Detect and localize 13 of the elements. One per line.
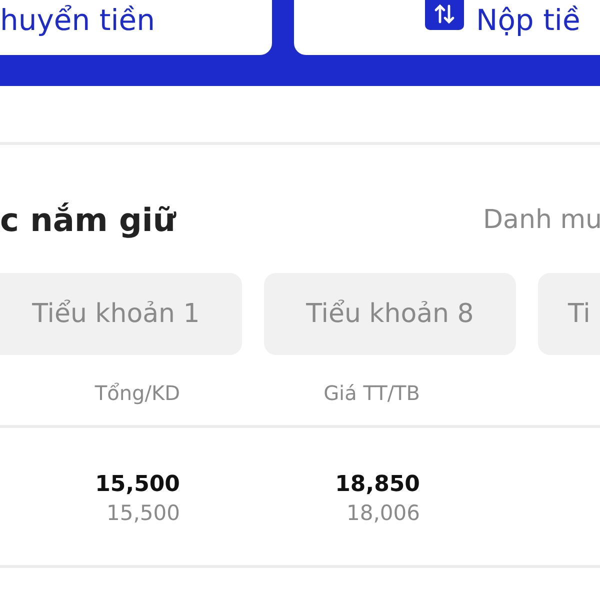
action-button[interactable]: Nộp tiề: [294, 0, 600, 55]
current-value: 15,500: [95, 472, 180, 497]
sub-account-tab[interactable]: Tiểu khoản 1: [0, 273, 242, 355]
column-header: Giá TT/TB: [322, 380, 420, 407]
sub-account-tab[interactable]: Tiểu khoản 8: [264, 273, 516, 355]
action-button[interactable]: huyển tiền: [0, 0, 272, 55]
secondary-value: 18,006: [346, 501, 420, 525]
secondary-value: 15,500: [106, 501, 180, 525]
section-title: c nắm giữ: [0, 201, 176, 239]
current-value: 18,850: [335, 472, 420, 497]
column-header: Tổng/KD: [94, 380, 180, 407]
portfolio-link[interactable]: Danh mu: [483, 205, 600, 235]
sub-account-tab[interactable]: Ti: [538, 273, 600, 355]
